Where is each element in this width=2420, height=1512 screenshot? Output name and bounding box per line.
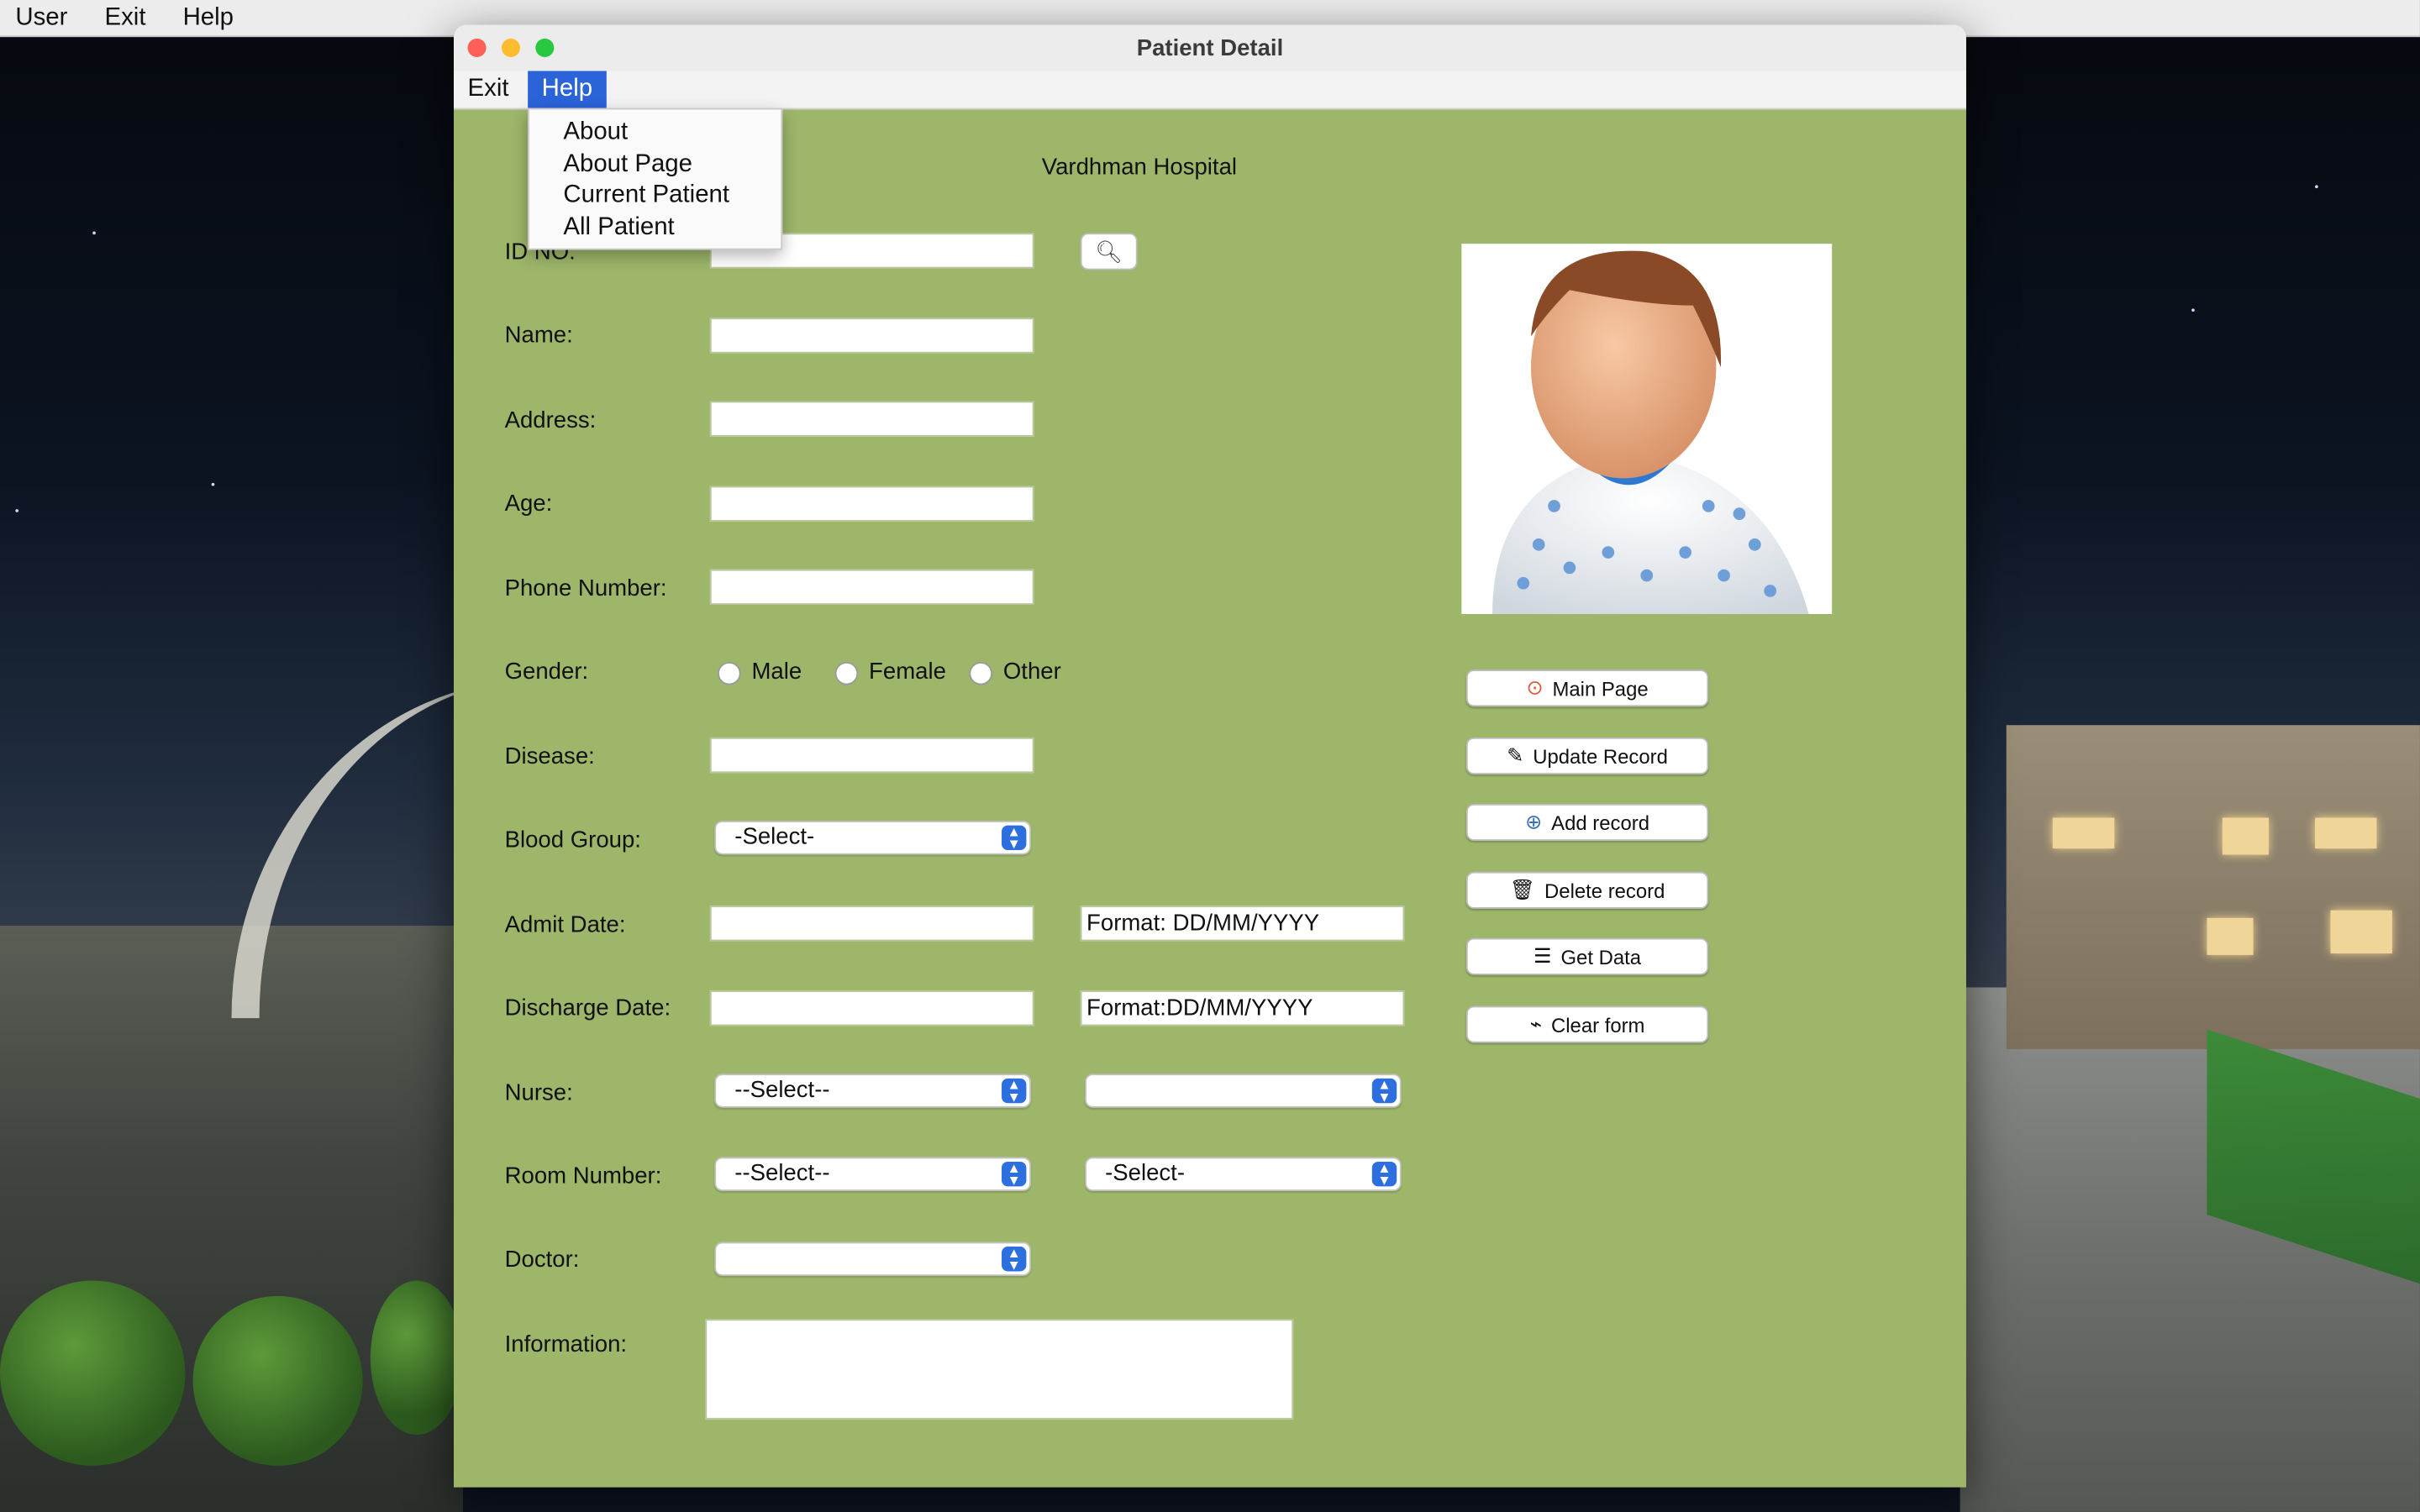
- search-button[interactable]: 🔍︎: [1080, 233, 1138, 270]
- chevron-updown-icon: ▲ ▼: [1002, 1078, 1027, 1104]
- database-icon: ☰: [1534, 944, 1552, 968]
- clear-form-label: Clear form: [1550, 1012, 1645, 1037]
- building-window: [2330, 910, 2392, 954]
- disease-field[interactable]: [709, 737, 1034, 774]
- name-label: Name:: [504, 322, 573, 349]
- gender-other-label: Other: [1002, 659, 1061, 685]
- chevron-updown-icon: ▲ ▼: [1371, 1078, 1397, 1104]
- home-icon: ⊙: [1526, 675, 1544, 700]
- hedge: [192, 1295, 363, 1466]
- star: [211, 482, 215, 486]
- help-dropdown-menu: About About Page Current Patient All Pat…: [528, 108, 783, 250]
- discharge-date-field[interactable]: [709, 990, 1034, 1026]
- menu-item-current-patient[interactable]: Current Patient: [529, 181, 781, 213]
- patient-avatar-icon: [1492, 250, 1809, 615]
- blood-group-select[interactable]: -Select- ▲ ▼: [714, 821, 1031, 855]
- nurse-select-2[interactable]: ▲ ▼: [1085, 1074, 1402, 1108]
- star: [15, 509, 19, 512]
- delete-record-button[interactable]: 🗑︎ Delete record: [1465, 871, 1709, 909]
- add-record-button[interactable]: ⊕ Add record: [1465, 803, 1709, 842]
- building-window: [2052, 817, 2115, 849]
- title-bar: Patient Detail: [453, 24, 1966, 73]
- room-number-value: --Select--: [734, 1160, 830, 1187]
- add-icon: ⊕: [1525, 810, 1543, 833]
- chevron-updown-icon: ▲ ▼: [1371, 1161, 1397, 1187]
- window-menu-help[interactable]: Help: [528, 71, 607, 108]
- menu-item-about-page[interactable]: About Page: [529, 149, 781, 181]
- close-window-button[interactable]: [467, 38, 487, 57]
- hospital-name: Vardhman Hospital: [1041, 154, 1238, 181]
- star: [2191, 308, 2195, 312]
- gender-male-label: Male: [751, 659, 802, 685]
- menu-item-all-patient[interactable]: All Patient: [529, 213, 781, 244]
- discharge-date-format-field[interactable]: Format:DD/MM/YYYY: [1080, 990, 1405, 1026]
- main-page-label: Main Page: [1552, 676, 1649, 700]
- window-menu-exit[interactable]: Exit: [454, 71, 523, 108]
- menu-item-about[interactable]: About: [529, 118, 781, 150]
- admit-date-label: Admit Date:: [504, 911, 626, 938]
- building: [2006, 725, 2420, 1049]
- star: [92, 231, 96, 235]
- room-number-select-2[interactable]: -Select- ▲ ▼: [1085, 1157, 1402, 1191]
- gender-male-radio[interactable]: [718, 661, 741, 685]
- admit-date-format-field[interactable]: Format: DD/MM/YYYY: [1080, 906, 1405, 942]
- patient-avatar: [1461, 244, 1833, 615]
- broom-icon: ⌁: [1529, 1011, 1542, 1036]
- room-number-label: Room Number:: [504, 1163, 662, 1190]
- gender-other-radio[interactable]: [969, 661, 992, 685]
- address-field[interactable]: [709, 401, 1034, 437]
- star: [2315, 185, 2318, 189]
- hedge: [370, 1280, 464, 1436]
- minimize-window-button[interactable]: [501, 38, 520, 57]
- phone-label: Phone Number:: [504, 575, 667, 602]
- update-record-button[interactable]: ✎ Update Record: [1465, 737, 1709, 775]
- room-number-select[interactable]: --Select-- ▲ ▼: [714, 1157, 1031, 1191]
- nurse-select[interactable]: --Select-- ▲ ▼: [714, 1074, 1031, 1108]
- gender-female-radio[interactable]: [834, 661, 859, 685]
- menu-user[interactable]: User: [15, 4, 67, 32]
- blood-group-value: -Select-: [734, 823, 815, 851]
- search-icon: 🔍︎: [1095, 239, 1123, 265]
- chevron-updown-icon: ▲ ▼: [1002, 1161, 1027, 1187]
- building-window: [2207, 917, 2254, 955]
- edit-icon: ✎: [1507, 743, 1524, 767]
- doctor-select[interactable]: ▲ ▼: [714, 1242, 1031, 1276]
- blood-group-label: Blood Group:: [504, 827, 641, 853]
- information-label: Information:: [504, 1331, 628, 1358]
- menu-exit[interactable]: Exit: [104, 4, 145, 32]
- window-menu-bar: Exit Help: [453, 71, 1966, 110]
- discharge-date-label: Discharge Date:: [504, 995, 671, 1021]
- age-field[interactable]: [709, 486, 1034, 522]
- nurse-value: --Select--: [734, 1077, 830, 1104]
- gender-female-label: Female: [869, 659, 946, 685]
- name-field[interactable]: [709, 318, 1034, 354]
- delete-record-label: Delete record: [1544, 879, 1665, 902]
- doctor-label: Doctor:: [504, 1247, 580, 1273]
- admit-date-field[interactable]: [709, 906, 1034, 942]
- building-window: [2222, 817, 2269, 855]
- update-record-label: Update Record: [1533, 744, 1668, 768]
- main-page-button[interactable]: ⊙ Main Page: [1465, 669, 1709, 707]
- chevron-updown-icon: ▲ ▼: [1002, 825, 1027, 851]
- add-record-label: Add record: [1551, 811, 1649, 834]
- room-number-value-2: -Select-: [1105, 1160, 1186, 1187]
- clear-form-button[interactable]: ⌁ Clear form: [1465, 1005, 1709, 1043]
- address-label: Address:: [504, 407, 597, 434]
- information-textarea[interactable]: [705, 1319, 1294, 1420]
- menu-help[interactable]: Help: [183, 4, 234, 32]
- nurse-label: Nurse:: [504, 1079, 573, 1106]
- window-title: Patient Detail: [1136, 34, 1284, 61]
- get-data-label: Get Data: [1560, 944, 1642, 969]
- hedge: [0, 1280, 186, 1466]
- phone-field[interactable]: [709, 569, 1034, 605]
- maximize-window-button[interactable]: [535, 38, 555, 57]
- chevron-updown-icon: ▲ ▼: [1002, 1246, 1027, 1272]
- age-label: Age:: [504, 491, 553, 517]
- trash-icon: 🗑︎: [1509, 878, 1536, 901]
- disease-label: Disease:: [504, 743, 595, 770]
- gender-label: Gender:: [504, 659, 589, 685]
- get-data-button[interactable]: ☰ Get Data: [1465, 937, 1709, 975]
- building-window: [2315, 817, 2377, 849]
